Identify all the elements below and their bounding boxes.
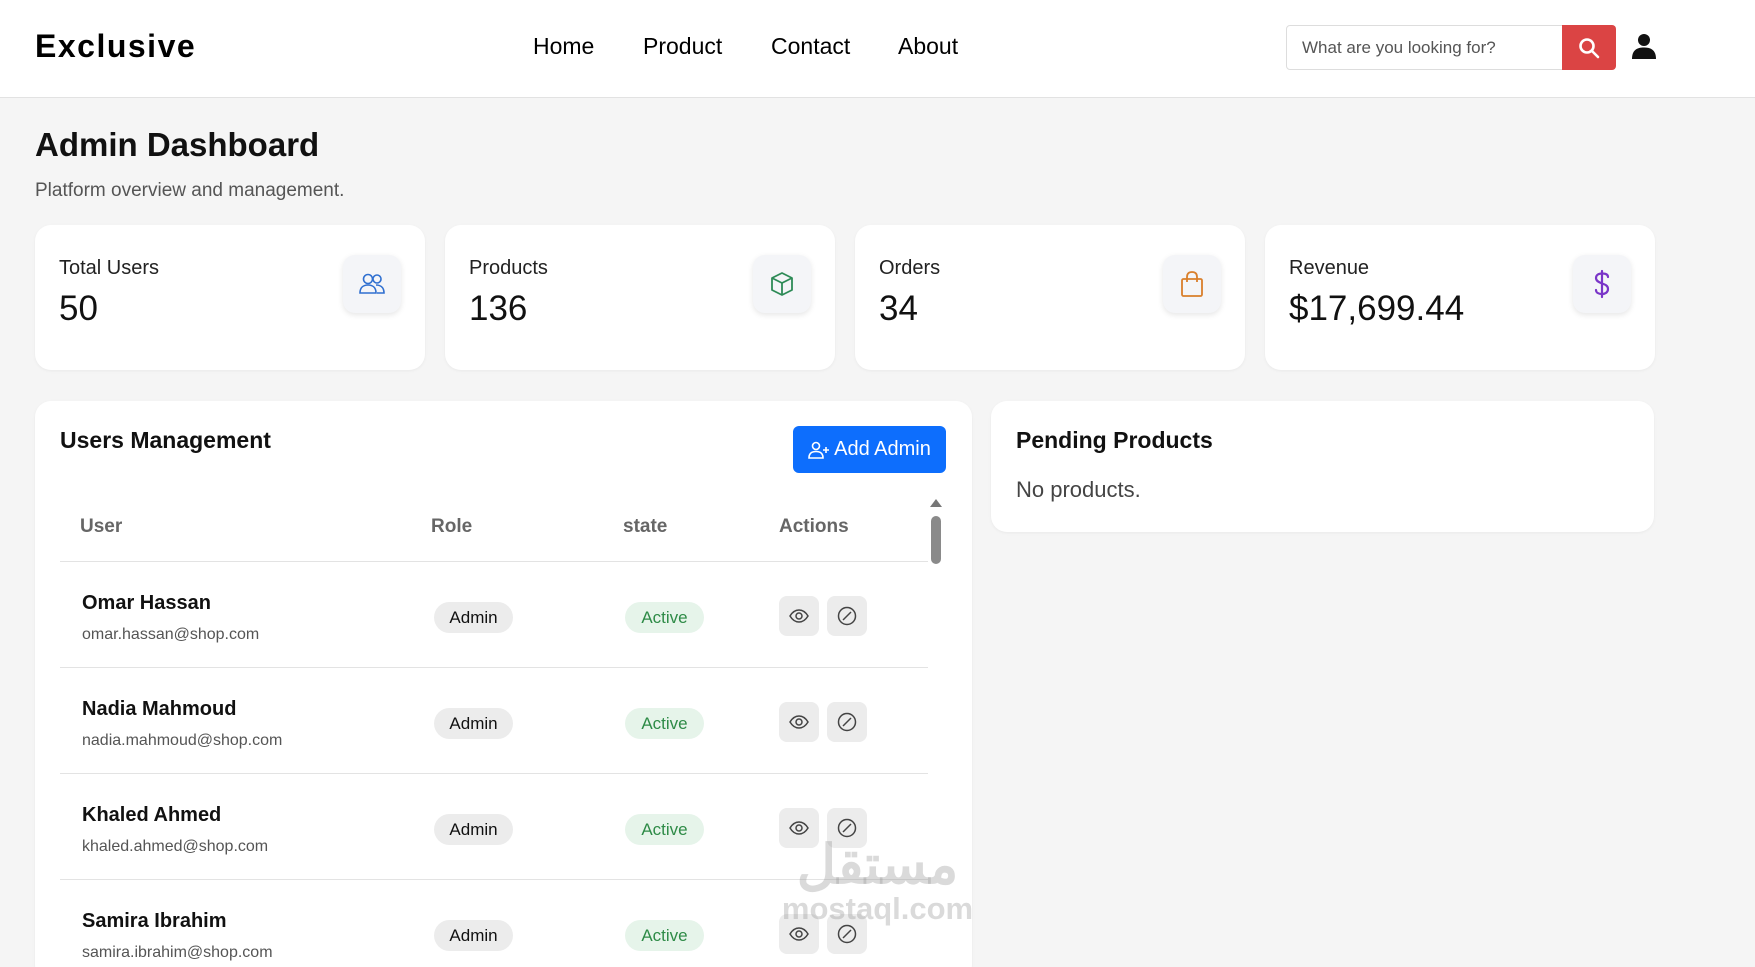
user-name: Khaled Ahmed — [82, 804, 222, 826]
user-name: Nadia Mahmoud — [82, 698, 237, 720]
ban-icon — [837, 924, 857, 944]
role-badge: Admin — [434, 708, 513, 739]
box-icon — [753, 255, 811, 313]
brand-logo[interactable]: Exclusive — [35, 28, 196, 65]
status-badge: Active — [625, 920, 704, 951]
page-subtitle: Platform overview and management. — [35, 180, 345, 201]
view-user-button[interactable] — [779, 808, 819, 848]
stat-value: 34 — [879, 289, 918, 328]
user-plus-icon — [808, 441, 830, 459]
view-user-button[interactable] — [779, 702, 819, 742]
eye-icon — [789, 715, 809, 729]
scroll-up-arrow[interactable] — [930, 499, 942, 507]
shopping-bag-icon — [1163, 255, 1221, 313]
table-row: Nadia Mahmoud nadia.mahmoud@shop.com Adm… — [60, 668, 928, 774]
nav-contact[interactable]: Contact — [771, 33, 850, 60]
search-input[interactable] — [1287, 26, 1562, 69]
eye-icon — [789, 821, 809, 835]
status-badge: Active — [625, 814, 704, 845]
block-user-button[interactable] — [827, 914, 867, 954]
stat-value: 50 — [59, 289, 98, 328]
table-row: Samira Ibrahim samira.ibrahim@shop.com A… — [60, 880, 928, 967]
add-admin-label: Add Admin — [834, 438, 931, 460]
stat-value: $17,699.44 — [1289, 289, 1465, 328]
stat-card-products: Products 136 — [445, 225, 835, 370]
add-admin-button[interactable]: Add Admin — [793, 426, 946, 473]
view-user-button[interactable] — [779, 596, 819, 636]
user-email: samira.ibrahim@shop.com — [82, 944, 273, 961]
role-badge: Admin — [434, 920, 513, 951]
page-title: Admin Dashboard — [35, 126, 320, 163]
panel-title: Users Management — [60, 427, 271, 453]
user-email: nadia.mahmoud@shop.com — [82, 732, 283, 749]
stat-label: Orders — [879, 257, 941, 279]
role-badge: Admin — [434, 814, 513, 845]
nav-product[interactable]: Product — [643, 33, 722, 60]
stat-value: 136 — [469, 289, 528, 328]
ban-icon — [837, 712, 857, 732]
user-email: omar.hassan@shop.com — [82, 626, 260, 643]
block-user-button[interactable] — [827, 808, 867, 848]
nav-about[interactable]: About — [898, 33, 958, 60]
status-badge: Active — [625, 708, 704, 739]
nav-home[interactable]: Home — [533, 33, 594, 60]
view-user-button[interactable] — [779, 914, 819, 954]
top-header: Exclusive Home Product Contact About — [0, 0, 1755, 98]
stat-card-revenue: Revenue $17,699.44 — [1265, 225, 1655, 370]
block-user-button[interactable] — [827, 596, 867, 636]
block-user-button[interactable] — [827, 702, 867, 742]
eye-icon — [789, 927, 809, 941]
column-header-role: Role — [431, 516, 473, 537]
stat-card-total-users: Total Users 50 — [35, 225, 425, 370]
users-icon — [343, 255, 401, 313]
eye-icon — [789, 609, 809, 623]
search-box — [1286, 25, 1616, 70]
user-name: Samira Ibrahim — [82, 910, 227, 932]
user-account-icon[interactable] — [1632, 32, 1656, 60]
column-header-state: state — [623, 516, 668, 537]
users-management-panel: Users Management Add Admin User Role sta… — [35, 401, 972, 967]
panel-title: Pending Products — [1016, 427, 1213, 453]
search-icon — [1579, 37, 1600, 58]
stat-card-orders: Orders 34 — [855, 225, 1245, 370]
pending-products-panel: Pending Products No products. — [991, 401, 1654, 532]
ban-icon — [837, 606, 857, 626]
empty-state-text: No products. — [1016, 477, 1141, 502]
column-header-user: User — [80, 516, 123, 537]
user-email: khaled.ahmed@shop.com — [82, 838, 269, 855]
table-row: Omar Hassan omar.hassan@shop.com Admin A… — [60, 562, 928, 668]
ban-icon — [837, 818, 857, 838]
column-header-actions: Actions — [779, 516, 849, 537]
table-row: Khaled Ahmed khaled.ahmed@shop.com Admin… — [60, 774, 928, 880]
scrollbar-thumb[interactable] — [931, 516, 941, 564]
role-badge: Admin — [434, 602, 513, 633]
stat-label: Total Users — [59, 257, 160, 279]
search-button[interactable] — [1562, 25, 1616, 70]
dollar-icon — [1573, 255, 1631, 313]
user-name: Omar Hassan — [82, 592, 211, 614]
status-badge: Active — [625, 602, 704, 633]
stat-label: Products — [469, 257, 548, 279]
stat-label: Revenue — [1289, 257, 1370, 279]
